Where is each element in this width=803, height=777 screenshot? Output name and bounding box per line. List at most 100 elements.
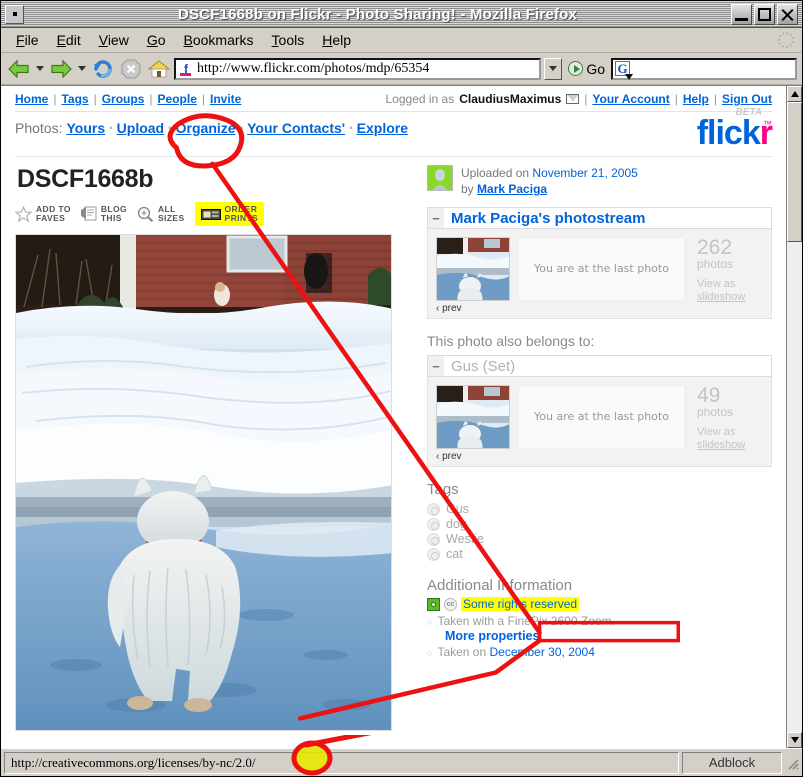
photostream-count: 262 <box>697 236 733 260</box>
page-scrollbar[interactable] <box>786 86 802 748</box>
set-count-label: photos <box>697 405 734 420</box>
stop-icon[interactable] <box>118 56 144 82</box>
set-panel: − Gus (Set) ‹ prev You are at the last p… <box>427 355 772 468</box>
firefox-window: DSCF1668b on Flickr - Photo Sharing! - M… <box>0 0 803 777</box>
uploader-link[interactable]: Mark Paciga <box>477 182 547 196</box>
blog-icon <box>80 206 97 221</box>
window-menu-button[interactable] <box>5 4 24 24</box>
tag-item[interactable]: Westie <box>427 532 772 546</box>
navigation-toolbar: f http://www.flickr.com/photos/mdp/65354… <box>1 53 802 85</box>
resize-grip-icon[interactable] <box>785 756 799 770</box>
set-position-label: You are at the last photo <box>518 385 685 450</box>
forward-arrow-icon[interactable] <box>48 56 74 82</box>
scroll-down-button[interactable] <box>787 732 802 748</box>
menu-view[interactable]: View <box>90 30 138 50</box>
nav-groups[interactable]: Groups <box>102 92 145 106</box>
window-titlebar: DSCF1668b on Flickr - Photo Sharing! - M… <box>1 1 802 28</box>
scroll-up-button[interactable] <box>787 86 802 102</box>
photostream-slideshow-link[interactable]: View as slideshow <box>697 278 763 306</box>
camera-info-row: ○ Taken with a FinePix 2600 Zoom. <box>427 614 772 628</box>
back-history-caret-icon[interactable] <box>36 66 44 71</box>
avatar[interactable] <box>427 165 453 191</box>
photostream-title[interactable]: Mark Paciga's photostream <box>444 207 772 230</box>
url-bar[interactable]: f http://www.flickr.com/photos/mdp/65354 <box>174 57 542 80</box>
statusbar: http://creativecommons.org/licenses/by-n… <box>1 735 802 776</box>
uploaded-date: November 21, 2005 <box>532 166 638 180</box>
photos-nav: Photos: Yours ▪ Upload ▪ Organize ▪ Your Co… <box>15 120 408 136</box>
tag-bubble-icon <box>427 517 440 531</box>
blog-this-button[interactable]: BLOG THIS <box>80 205 127 223</box>
nav-people[interactable]: People <box>158 92 197 106</box>
set-thumbnail[interactable] <box>436 385 510 450</box>
photos-nav-explore[interactable]: Explore <box>357 120 408 136</box>
forward-history-caret-icon[interactable] <box>78 66 86 71</box>
license-link[interactable]: Some rights reserved <box>461 597 580 612</box>
go-button[interactable]: Go <box>564 61 609 77</box>
photos-nav-organize[interactable]: Organize <box>176 120 236 136</box>
magnifier-icon <box>137 206 154 223</box>
set-slideshow-link[interactable]: View as slideshow <box>697 426 763 454</box>
tag-item[interactable]: cat <box>427 547 772 561</box>
close-button[interactable] <box>777 3 798 25</box>
photostream-prev-link[interactable]: ‹ prev <box>436 303 510 314</box>
menu-tools[interactable]: Tools <box>263 30 314 50</box>
account-bar: Logged in as ClaudiusMaximus | Your Acco… <box>385 92 773 106</box>
mail-icon[interactable] <box>566 94 580 104</box>
tag-item[interactable]: Gus <box>427 502 772 516</box>
url-dropdown-button[interactable] <box>544 57 563 80</box>
link-help[interactable]: Help <box>683 92 709 106</box>
tag-bubble-icon <box>427 502 440 516</box>
photostream-thumbnail[interactable] <box>436 237 510 302</box>
add-to-faves-label: ADD TO FAVES <box>36 204 71 223</box>
flickr-page: Home | Tags | Groups | People | Invite Logge… <box>1 86 786 748</box>
flickr-topnav: Home | Tags | Groups | People | Invite <box>15 92 242 106</box>
nav-invite[interactable]: Invite <box>210 92 241 106</box>
by-label: by <box>461 182 474 197</box>
set-thumb-wrap: ‹ prev <box>436 385 510 462</box>
search-input[interactable]: G <box>611 57 797 80</box>
bullet-icon: ○ <box>427 648 433 659</box>
nav-tags[interactable]: Tags <box>61 92 88 106</box>
more-properties-link[interactable]: More properties <box>445 629 772 643</box>
minimize-button[interactable] <box>731 3 752 25</box>
menu-bookmarks[interactable]: Bookmarks <box>175 30 263 50</box>
menu-edit[interactable]: Edit <box>48 30 90 50</box>
order-prints-button[interactable]: ORDER PRINTS <box>194 202 265 226</box>
nav-home[interactable]: Home <box>15 92 48 106</box>
set-collapse-button[interactable]: − <box>427 355 444 378</box>
menu-help[interactable]: Help <box>313 30 360 50</box>
photos-nav-yours[interactable]: Yours <box>66 120 105 136</box>
photos-nav-upload[interactable]: Upload <box>117 120 164 136</box>
flickr-logo[interactable]: flickr BETA ™ <box>697 107 773 150</box>
adblock-status-button[interactable]: Adblock <box>682 751 782 774</box>
link-sign-out[interactable]: Sign Out <box>722 92 772 106</box>
photostream-collapse-button[interactable]: − <box>427 207 444 230</box>
back-arrow-icon[interactable] <box>6 56 32 82</box>
url-text: http://www.flickr.com/photos/mdp/65354 <box>197 60 430 76</box>
scrollbar-thumb[interactable] <box>787 102 802 242</box>
tags-heading: Tags <box>427 481 459 499</box>
tag-item[interactable]: dog <box>427 517 772 531</box>
photostream-count-block: 262 photos View as slideshow <box>693 237 763 314</box>
photostream-count-label: photos <box>697 257 734 272</box>
add-to-faves-button[interactable]: ADD TO FAVES <box>14 204 71 223</box>
maximize-button[interactable] <box>754 3 775 25</box>
scrollbar-track[interactable] <box>787 102 802 732</box>
menu-go[interactable]: Go <box>138 30 175 50</box>
star-icon <box>14 205 33 223</box>
all-sizes-button[interactable]: ALL SIZES <box>137 205 185 223</box>
set-prev-link[interactable]: ‹ prev <box>436 451 510 462</box>
photostream-thumb-wrap: ‹ prev <box>436 237 510 314</box>
go-icon <box>568 61 584 76</box>
order-prints-icon <box>200 207 221 221</box>
uploader-text: Uploaded on November 21, 2005 by Mark Pa… <box>461 165 638 197</box>
reload-icon[interactable] <box>90 56 116 82</box>
set-title[interactable]: Gus (Set) <box>444 355 772 378</box>
menu-file[interactable]: File <box>7 30 48 50</box>
main-photo[interactable] <box>15 233 392 731</box>
photos-nav-contacts[interactable]: Your Contacts' <box>247 120 345 136</box>
bullet-icon: ○ <box>427 617 433 628</box>
photo-sidebar: Uploaded on November 21, 2005 by Mark Pa… <box>417 165 772 731</box>
home-icon[interactable] <box>146 56 172 82</box>
link-your-account[interactable]: Your Account <box>592 92 669 106</box>
